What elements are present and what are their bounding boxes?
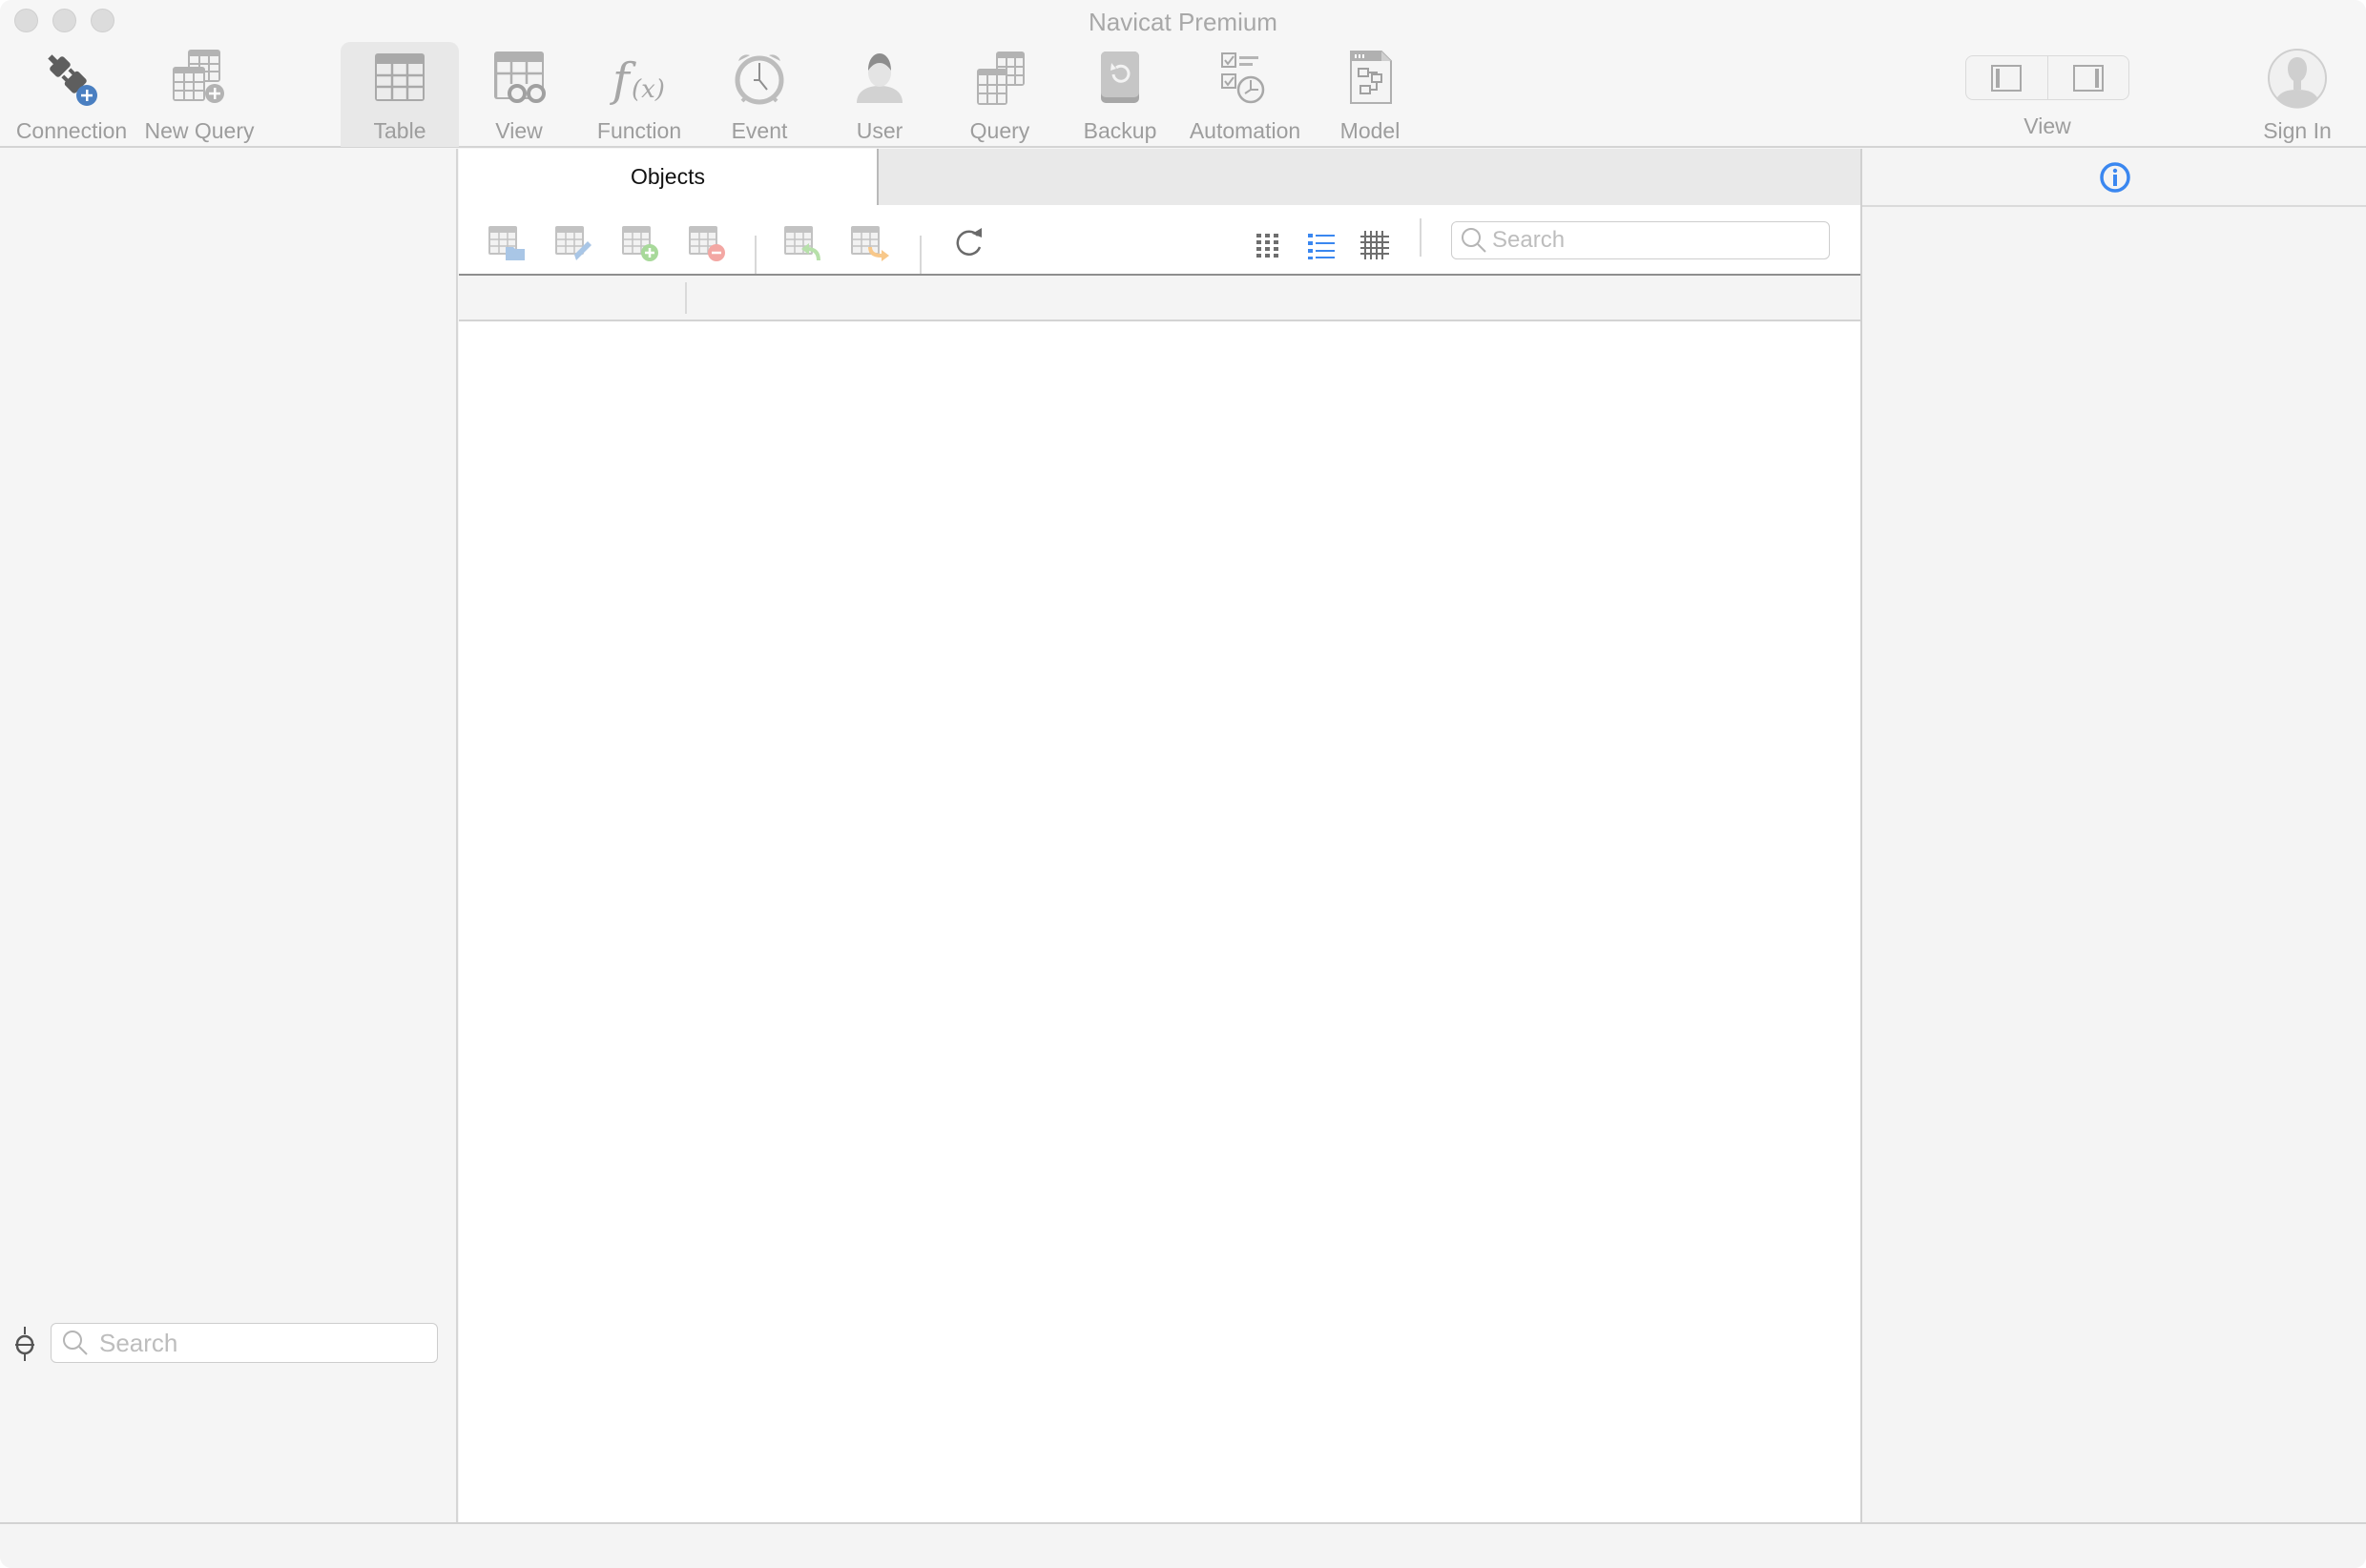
user-icon — [849, 48, 910, 109]
toolbar-event-label: Event — [731, 118, 788, 143]
toggle-sidebar-button[interactable] — [1966, 56, 2047, 99]
toolbar-function-button[interactable]: f (x) Function — [587, 42, 692, 147]
toolbar-table-label: Table — [373, 118, 426, 143]
toolbar-event-button[interactable]: Event — [712, 42, 807, 147]
objects-search-field[interactable] — [1451, 221, 1830, 259]
sidebar-search-field[interactable] — [51, 1323, 438, 1363]
search-icon — [1462, 228, 1486, 253]
import-wizard-button[interactable] — [782, 224, 824, 262]
toolbar-automation-label: Automation — [1189, 118, 1301, 143]
table-open-icon — [488, 226, 525, 260]
toolbar-query-button[interactable]: Query — [952, 42, 1048, 147]
table-add-icon — [622, 226, 658, 261]
sidebar-search-input[interactable] — [99, 1328, 424, 1358]
objects-list — [459, 323, 1860, 1522]
toolbar-user-button[interactable]: User — [832, 42, 927, 147]
list-view-button[interactable] — [1307, 231, 1336, 259]
right-panel-icon — [2072, 64, 2104, 92]
model-icon — [1339, 48, 1401, 109]
toolbar-separator — [920, 236, 922, 274]
sign-in-button[interactable]: Sign In — [2244, 42, 2351, 147]
toolbar-function-label: Function — [596, 118, 682, 143]
toolbar-table-button[interactable]: Table — [341, 42, 459, 147]
view-toggle-label: View — [2024, 113, 2071, 138]
detail-view-button[interactable] — [1360, 231, 1391, 261]
open-table-button[interactable] — [487, 224, 529, 262]
delete-table-button[interactable] — [687, 224, 729, 262]
connection-sidebar — [0, 149, 458, 1522]
toolbar-new-query-button[interactable]: New Query — [141, 42, 258, 147]
toolbar-model-label: Model — [1339, 118, 1401, 143]
toolbar-user-label: User — [856, 118, 903, 143]
refresh-icon — [956, 228, 982, 256]
connection-filter-icon[interactable] — [13, 1327, 36, 1361]
table-export-icon — [851, 226, 889, 261]
toolbar-separator — [755, 236, 757, 274]
function-icon: f (x) — [609, 48, 670, 109]
export-wizard-button[interactable] — [849, 224, 891, 262]
objects-pane: Objects — [459, 149, 1860, 1522]
table-delete-icon — [689, 226, 725, 261]
info-panel-header — [1862, 149, 2366, 207]
app-window: Navicat Premium Connection New Query Tab… — [0, 0, 2366, 1568]
info-icon[interactable] — [2099, 161, 2131, 194]
toggle-info-panel-button[interactable] — [2046, 56, 2129, 99]
query-icon — [969, 48, 1030, 109]
toolbar: Navicat Premium Connection New Query Tab… — [0, 0, 2366, 148]
column-resize-handle[interactable] — [685, 282, 687, 314]
refresh-button[interactable] — [949, 224, 991, 262]
table-icon — [369, 48, 430, 109]
toolbar-view-label: View — [495, 118, 543, 143]
new-table-button[interactable] — [620, 224, 662, 262]
backup-icon — [1090, 48, 1151, 109]
automation-icon — [1214, 48, 1276, 109]
toolbar-automation-button[interactable]: Automation — [1183, 42, 1307, 147]
plug-add-icon — [41, 48, 102, 109]
search-icon — [63, 1331, 88, 1355]
avatar-icon — [2267, 48, 2328, 109]
toolbar-view-button[interactable]: View — [471, 42, 567, 147]
view-glasses-icon — [488, 48, 550, 109]
info-panel — [1860, 149, 2366, 1522]
toolbar-query-label: Query — [969, 118, 1030, 143]
sign-in-label: Sign In — [2263, 118, 2332, 143]
panel-view-toggle — [1965, 55, 2129, 100]
objects-list-header — [459, 276, 1860, 321]
window-title: Navicat Premium — [1089, 8, 1277, 36]
detail-grid-icon — [1360, 231, 1391, 261]
tab-bar: Objects — [459, 149, 1860, 205]
objects-search-input[interactable] — [1492, 227, 1816, 254]
toolbar-new-query-label: New Query — [144, 118, 255, 143]
alarm-clock-icon — [729, 48, 790, 109]
toolbar-connection-label: Connection — [15, 118, 128, 143]
table-design-icon — [555, 226, 592, 260]
new-query-icon — [169, 48, 230, 109]
table-import-icon — [784, 226, 820, 261]
tab-objects[interactable]: Objects — [459, 149, 879, 205]
toolbar-model-button[interactable]: Model — [1322, 42, 1418, 147]
design-table-button[interactable] — [553, 224, 595, 262]
objects-toolbar — [459, 205, 1860, 276]
svg-text:(x): (x) — [632, 75, 665, 104]
left-panel-icon — [1991, 64, 2023, 92]
toolbar-backup-button[interactable]: Backup — [1072, 42, 1168, 147]
list-icon — [1308, 234, 1335, 259]
toolbar-backup-label: Backup — [1083, 118, 1157, 143]
grid-icon — [1256, 234, 1278, 258]
toolbar-separator — [1420, 218, 1422, 257]
toolbar-connection-button[interactable]: Connection — [13, 42, 130, 147]
status-bar — [0, 1522, 2366, 1568]
grid-view-button[interactable] — [1255, 231, 1283, 259]
